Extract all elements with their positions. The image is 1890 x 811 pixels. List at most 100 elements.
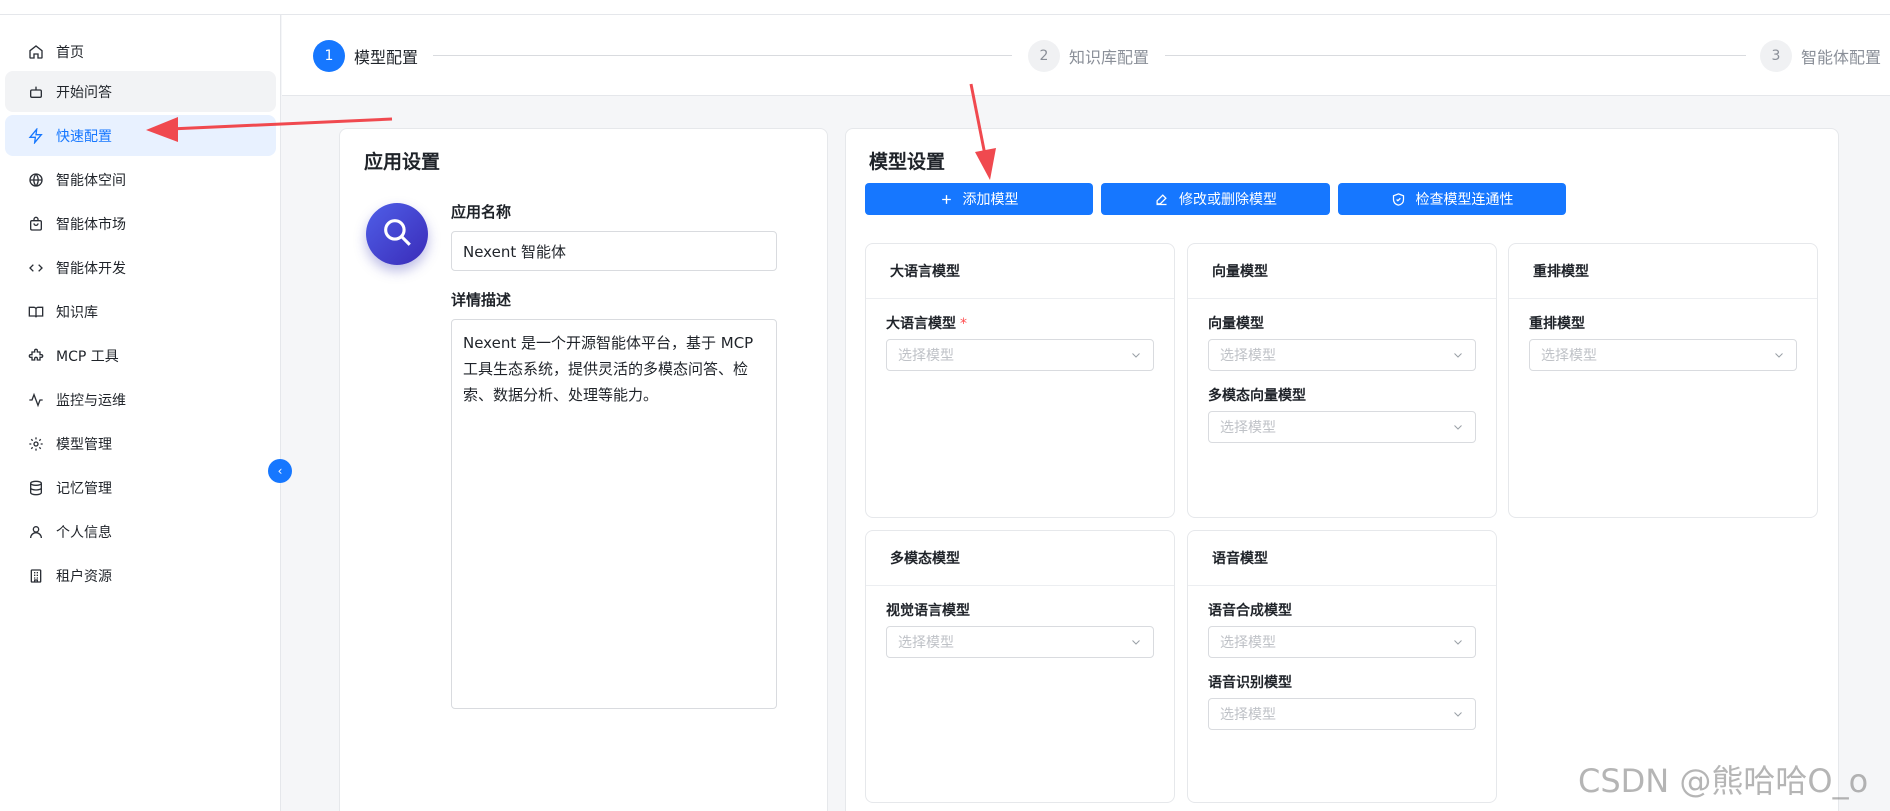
select-placeholder: 选择模型 [898, 348, 954, 364]
multimodal-embedding-select[interactable]: 选择模型 [1208, 411, 1476, 443]
sidebar: 首页 开始问答 快速配置 智能体空间 智能体市场 智能体开发 知识库 MCP 工… [0, 15, 281, 811]
sidebar-item-label: 个人信息 [56, 524, 112, 541]
bot-icon [28, 84, 44, 100]
step-knowledge-config[interactable]: 2 知识库配置 [1028, 40, 1149, 72]
gear-icon [28, 436, 44, 452]
watermark: CSDN @熊哈哈O_o [1578, 762, 1869, 800]
field-label-text: 大语言模型 [886, 316, 956, 332]
sidebar-item-label: 快速配置 [56, 128, 112, 145]
sidebar-item-agent-market[interactable]: 智能体市场 [5, 203, 276, 244]
llm-field-label: 大语言模型 * [886, 313, 967, 333]
asr-select[interactable]: 选择模型 [1208, 698, 1476, 730]
top-bar [0, 0, 1890, 15]
puzzle-icon [28, 348, 44, 364]
app-name-input[interactable]: Nexent 智能体 [451, 231, 777, 271]
sidebar-item-memory[interactable]: 记忆管理 [5, 467, 276, 508]
building-icon [28, 568, 44, 584]
step-agent-config[interactable]: 3 智能体配置 [1760, 40, 1881, 72]
voice-group-title: 语音模型 [1188, 531, 1496, 586]
plus-icon [940, 193, 953, 206]
step-label: 知识库配置 [1069, 48, 1150, 67]
sidebar-item-monitoring[interactable]: 监控与运维 [5, 379, 276, 420]
app-description-textarea[interactable]: Nexent 是一个开源智能体平台，基于 MCP 工具生态系统，提供灵活的多模态… [451, 319, 777, 709]
add-model-button[interactable]: 添加模型 [865, 183, 1093, 215]
tts-select[interactable]: 选择模型 [1208, 626, 1476, 658]
step-label: 智能体配置 [1801, 48, 1882, 67]
button-label: 添加模型 [962, 192, 1019, 208]
app-settings-title: 应用设置 [364, 151, 441, 173]
app-name-label: 应用名称 [451, 203, 512, 221]
sidebar-item-knowledge[interactable]: 知识库 [5, 291, 276, 332]
chevron-down-icon [1452, 636, 1464, 648]
step-connector [1165, 55, 1746, 56]
search-icon [380, 215, 414, 253]
app-avatar[interactable] [366, 203, 428, 265]
database-icon [28, 480, 44, 496]
select-placeholder: 选择模型 [898, 635, 954, 651]
sidebar-item-label: 知识库 [56, 304, 98, 321]
sidebar-item-label: 开始问答 [56, 84, 112, 101]
sidebar-item-label: 智能体开发 [56, 260, 126, 277]
button-label: 修改或删除模型 [1179, 192, 1277, 208]
activity-icon [28, 392, 44, 408]
step-model-config[interactable]: 1 模型配置 [313, 40, 418, 72]
model-settings-title: 模型设置 [869, 151, 946, 173]
sidebar-item-label: 智能体市场 [56, 216, 126, 233]
sidebar-collapse-button[interactable]: ‹ [268, 459, 292, 483]
sidebar-item-profile[interactable]: 个人信息 [5, 511, 276, 552]
embedding-group-title: 向量模型 [1188, 244, 1496, 299]
edit-icon [1154, 192, 1169, 207]
chevron-left-icon: ‹ [277, 464, 283, 478]
step-label: 模型配置 [354, 48, 419, 67]
sidebar-item-label: 记忆管理 [56, 480, 112, 497]
sidebar-item-tenant[interactable]: 租户资源 [5, 555, 276, 596]
sidebar-item-model-manage[interactable]: 模型管理 [5, 423, 276, 464]
chevron-down-icon [1130, 636, 1142, 648]
sidebar-item-label: 模型管理 [56, 436, 112, 453]
config-stepper: 1 模型配置 2 知识库配置 3 智能体配置 [282, 15, 1890, 96]
chevron-down-icon [1452, 708, 1464, 720]
embedding-select[interactable]: 选择模型 [1208, 339, 1476, 371]
home-icon [28, 44, 44, 60]
tts-field-label: 语音合成模型 [1208, 603, 1292, 619]
sidebar-item-mcp[interactable]: MCP 工具 [5, 335, 276, 376]
rerank-group-card: 重排模型 重排模型 选择模型 [1508, 243, 1818, 518]
rerank-select[interactable]: 选择模型 [1529, 339, 1797, 371]
sidebar-item-agent-space[interactable]: 智能体空间 [5, 159, 276, 200]
zap-icon [28, 127, 44, 144]
user-icon [28, 524, 44, 540]
vlm-select[interactable]: 选择模型 [886, 626, 1154, 658]
chevron-down-icon [1130, 349, 1142, 361]
chevron-down-icon [1773, 349, 1785, 361]
code-icon [28, 260, 44, 276]
sidebar-item-quick-config[interactable]: 快速配置 [5, 115, 276, 156]
sidebar-item-label: MCP 工具 [56, 348, 119, 365]
sidebar-item-label: 监控与运维 [56, 392, 126, 409]
chevron-down-icon [1452, 349, 1464, 361]
edit-delete-model-button[interactable]: 修改或删除模型 [1101, 183, 1330, 215]
required-mark: * [960, 316, 967, 332]
asr-field-label: 语音识别模型 [1208, 675, 1292, 691]
check-connectivity-button[interactable]: 检查模型连通性 [1338, 183, 1566, 215]
shield-check-icon [1391, 192, 1406, 207]
embedding-group-card: 向量模型 向量模型 选择模型 多模态向量模型 选择模型 [1187, 243, 1497, 518]
multimodal-group-card: 多模态模型 视觉语言模型 选择模型 [865, 530, 1175, 803]
sidebar-item-label: 首页 [56, 44, 84, 61]
select-placeholder: 选择模型 [1220, 348, 1276, 364]
rerank-field-label: 重排模型 [1529, 316, 1585, 332]
vlm-field-label: 视觉语言模型 [886, 603, 970, 619]
select-placeholder: 选择模型 [1541, 348, 1597, 364]
llm-group-card: 大语言模型 大语言模型 * 选择模型 [865, 243, 1175, 518]
sidebar-item-chat[interactable]: 开始问答 [5, 71, 276, 112]
voice-group-card: 语音模型 语音合成模型 选择模型 语音识别模型 选择模型 [1187, 530, 1497, 803]
llm-group-title: 大语言模型 [866, 244, 1174, 299]
select-placeholder: 选择模型 [1220, 707, 1276, 723]
sidebar-item-agent-dev[interactable]: 智能体开发 [5, 247, 276, 288]
step-connector [433, 55, 1012, 56]
sidebar-item-home[interactable]: 首页 [5, 31, 276, 72]
rerank-group-title: 重排模型 [1509, 244, 1817, 299]
button-label: 检查模型连通性 [1415, 192, 1514, 208]
llm-select[interactable]: 选择模型 [886, 339, 1154, 371]
app-description-label: 详情描述 [451, 291, 512, 309]
select-placeholder: 选择模型 [1220, 635, 1276, 651]
